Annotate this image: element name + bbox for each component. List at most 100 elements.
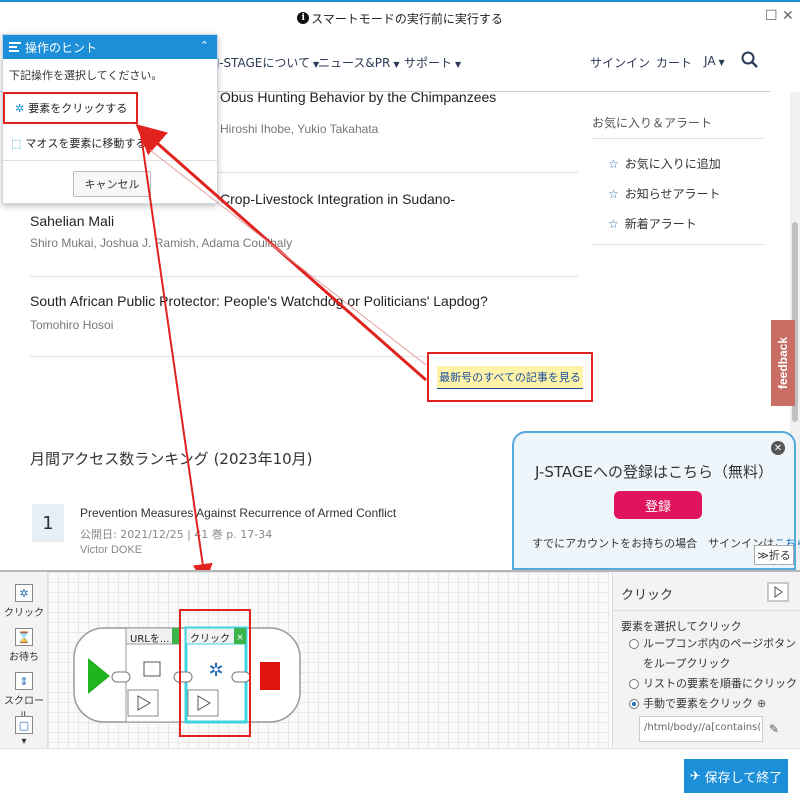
sidebar-link-label: 新着アラート [624,217,697,231]
register-panel: ✕ J-STAGEへの登録はこちら（無料） 登録 すでにアカウントをお持ちの場合… [512,431,800,570]
article-authors: Shiro Mukai, Joshua J. Ramish, Adama Cou… [30,236,293,250]
tool-click[interactable]: ✲ クリック [0,584,48,619]
radio-dot[interactable] [629,679,639,689]
chevron-down-icon: ▾ [21,736,27,747]
properties-panel: クリック 要素を選択してクリック ループコンボ内のページボタンをループクリック … [612,572,800,748]
rank-number: 1 [32,504,64,542]
hint-header: 操作のヒント ⌃ [3,35,217,59]
node-goto-url-label: URLを... [130,634,170,645]
nav-news-label: ニュース&PR [318,56,391,70]
radio-label: リストの要素を順番にクリック [643,677,797,690]
sidebar-title: お気に入り＆アラート [592,116,713,130]
tool-label: クリック [4,608,44,619]
edit-icon[interactable]: ✎ [769,722,779,736]
nav-support[interactable]: サポート ▼ [404,54,461,71]
divider [30,276,578,277]
sidebar-link-alert[interactable]: ☆ お知らせアラート [608,185,721,202]
sidebar-link-label: お知らせアラート [624,187,721,201]
register-text-label: すでにアカウントをお持ちの場合 サインインは [532,537,775,550]
close-icon[interactable]: ✕ [782,8,794,24]
article-item[interactable]: South African Public Protector: People's… [30,290,578,332]
sidebar-link-favorite[interactable]: ☆ お気に入りに追加 [608,155,721,172]
stop-icon[interactable] [260,662,280,690]
list-icon [9,42,21,52]
register-title: J-STAGEへの登録はこちら（無料） [535,463,773,481]
star-icon: ☆ [608,157,619,171]
divider [592,244,764,245]
click-element-option[interactable]: ✲ 要素をクリックする [3,92,138,124]
tool-scroll[interactable]: ⇕スクロール [0,672,48,722]
feedback-tab[interactable]: feedback [771,320,795,406]
sidebar-link-label: お気に入りに追加 [624,157,721,171]
click-icon: ✲ [15,101,25,115]
register-button[interactable]: 登録 [614,491,702,519]
nav-about[interactable]: J-STAGEについて ▼ [216,54,319,71]
nav-support-label: サポート [404,56,453,70]
close-icon[interactable]: ✕ [771,441,785,455]
sidebar-link-new[interactable]: ☆ 新着アラート [608,215,697,232]
nav-about-label: J-STAGEについて [216,56,310,70]
hover-element-option[interactable]: ⬚ マオスを要素に移動する [11,135,146,151]
language-selector[interactable]: JA ▼ [704,54,725,68]
radio-dot[interactable] [629,639,639,649]
click-icon: ✲ [208,660,223,681]
tool-more[interactable]: ▢ ▾ [0,716,48,747]
node-close-icon[interactable]: × [236,633,244,643]
xpath-field[interactable]: /html/body//a[contains(co [639,716,763,742]
radio-dot-selected[interactable] [629,699,639,709]
window-icon: ▢ [15,716,33,734]
hover-element-label: マオスを要素に移動する [25,137,147,150]
fold-button[interactable]: ≫ 折る [754,545,794,565]
cursor-icon: ⬚ [11,136,22,150]
properties-label: 要素を選択してクリック [621,620,742,633]
hint-popup: 操作のヒント ⌃ 下記操作を選択してください。 ✲ 要素をクリックする ⬚ マオ… [2,34,218,204]
restore-icon[interactable]: ☐ [765,8,778,24]
node-play-button[interactable] [127,689,159,717]
run-step-button[interactable] [767,582,789,602]
language-label: JA [704,54,716,68]
star-icon: ☆ [608,217,619,231]
all-articles-button[interactable]: 最新号のすべての記事を見る [437,365,583,389]
rank-article-author: Victor DOKE [80,544,143,556]
rank-article-title[interactable]: Prevention Measures Against Recurrence o… [80,506,396,520]
radio-loop-click[interactable]: ループコンボ内のページボタンをループクリック [629,634,797,674]
node-click-label: クリック [190,634,230,645]
search-icon[interactable] [740,50,760,70]
save-and-exit-button[interactable]: ✈ 保存して終了 [684,759,788,793]
web-page-icon [143,661,161,677]
target-icon[interactable]: ⊕ [757,694,766,714]
connector [231,671,251,683]
nav-news[interactable]: ニュース&PR ▼ [318,54,400,71]
divider [3,160,217,161]
toolbox: ✲クリック ⌛お待ち ⇕スクロール ▢▾ [0,572,48,748]
window-title: スマートモードの実行前に実行する [311,11,503,26]
connector [111,671,131,683]
signin-link[interactable]: サインイン [590,54,650,71]
tool-wait[interactable]: ⌛ お待ち [0,628,48,663]
hint-title: 操作のヒント [25,40,98,55]
collapse-icon[interactable]: ⌃ [200,39,209,52]
radio-list-click[interactable]: リストの要素を順番にクリック [629,674,797,694]
cancel-button[interactable]: キャンセル [73,171,151,197]
info-icon: i [297,12,310,24]
rocket-icon: ✈ [689,768,701,784]
footer-bar: ✈ 保存して終了 [0,748,800,800]
hourglass-icon: ⌛ [15,628,33,646]
cart-link[interactable]: カート [656,54,692,71]
chevron-down-icon: ▼ [393,60,400,69]
click-element-label: 要素をクリックする [28,102,128,115]
article-title-cont[interactable]: Sahelian Mali [30,210,578,232]
highlight-box: 最新号のすべての記事を見る [427,352,593,402]
divider [613,610,800,611]
node-play-button[interactable] [187,689,219,717]
connector [173,671,193,683]
save-label: 保存して終了 [704,770,783,786]
window-titlebar: i スマートモードの実行前に実行する ☐ ✕ [0,0,800,34]
chevron-down-icon: ▼ [718,58,725,67]
star-icon: ☆ [608,187,619,201]
radio-manual-click[interactable]: 手動で要素をクリック ⊕ [629,694,797,714]
article-title[interactable]: South African Public Protector: People's… [30,290,578,312]
divider [592,138,764,139]
radio-label: ループコンボ内のページボタンをループクリック [643,637,797,670]
properties-title: クリック [621,588,674,603]
